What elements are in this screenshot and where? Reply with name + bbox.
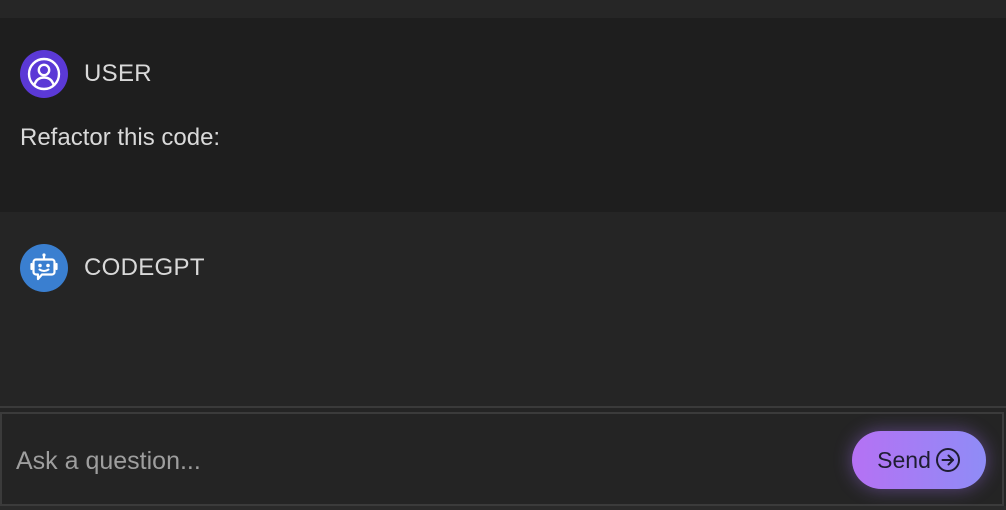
question-input-bar: Send [0,412,1004,506]
bot-message-header: CODEGPT [20,244,205,292]
question-input[interactable] [14,436,818,486]
robot-chat-icon [30,253,58,281]
divider [0,406,1006,408]
user-avatar [20,50,68,98]
user-message-text: Refactor this code: [20,124,221,151]
bot-author-label: CODEGPT [84,254,205,281]
user-circle-icon [27,57,61,91]
arrow-right-circle-icon [935,447,961,473]
bot-message: CODEGPT [0,212,1006,406]
send-button[interactable]: Send [852,431,986,489]
bottom-strip [0,506,1006,510]
user-message: USER Refactor this code: [0,18,1006,212]
top-strip [0,0,1006,18]
user-author-label: USER [84,60,152,87]
user-message-header: USER [20,50,152,98]
send-button-label: Send [877,446,931,473]
chat-panel: USER Refactor this code: CODEGPT Ask a q… [0,0,1006,510]
bot-avatar [20,244,68,292]
